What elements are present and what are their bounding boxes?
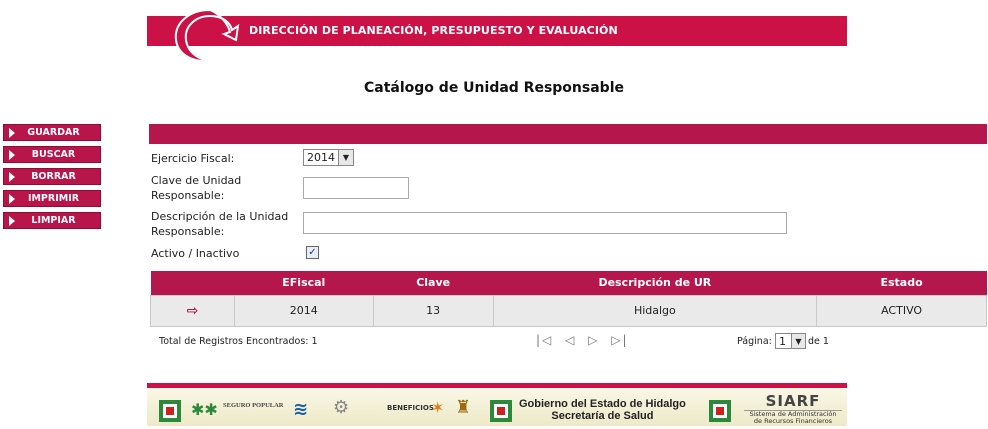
crest-logo-icon: ♜ — [455, 397, 472, 418]
seguro-popular-logo: SEGURO POPULAR — [223, 402, 284, 409]
borrar-button[interactable]: BORRAR — [3, 168, 101, 185]
hidalgo-logo-icon — [490, 400, 512, 422]
chevron-down-icon[interactable]: ▼ — [338, 150, 353, 165]
col-header-descripcion: Descripción de UR — [493, 271, 817, 295]
results-table: EFiscal Clave Descripción de UR Estado ⇨… — [150, 271, 987, 327]
row-select-cell[interactable]: ⇨ — [150, 294, 235, 327]
clave-label: Clave de Unidad Responsable: — [151, 174, 242, 202]
next-page-icon[interactable]: ▷ — [588, 333, 599, 347]
first-page-icon[interactable]: |◁ — [536, 333, 553, 347]
form-section-bar — [149, 124, 987, 144]
prev-page-icon[interactable]: ◁ — [565, 333, 576, 347]
descripcion-input[interactable] — [303, 212, 787, 234]
total-records: Total de Registros Encontrados: 1 — [159, 336, 318, 347]
guardar-button[interactable]: GUARDAR — [3, 124, 101, 141]
table-header-row: EFiscal Clave Descripción de UR Estado — [150, 271, 987, 295]
cell-clave: 13 — [372, 294, 494, 327]
chevron-down-icon[interactable]: ▼ — [791, 334, 805, 348]
page-of: de 1 — [808, 336, 829, 347]
limpiar-button[interactable]: LIMPIAR — [3, 212, 101, 229]
hidalgo-logo-icon — [159, 400, 181, 422]
col-header-estado: Estado — [816, 271, 987, 295]
header-banner: DIRECCIÓN DE PLANEACIÓN, PRESUPUESTO Y E… — [147, 16, 847, 46]
people-logo-icon: ✱✱ — [191, 400, 218, 419]
gear-logo-icon: ⚙ — [333, 397, 350, 418]
cell-descripcion: Hidalgo — [492, 294, 818, 327]
footer-logos: ✱✱ SEGURO POPULAR ≋ ⚙ BENEFICIOS ✶ ♜ Gob… — [147, 383, 847, 426]
imprimir-button[interactable]: IMPRIMIR — [3, 190, 101, 207]
arrow-right-icon[interactable]: ⇨ — [187, 303, 199, 319]
page-label: Página: — [737, 336, 772, 347]
hidalgo-logo-icon — [709, 400, 731, 422]
cell-estado: ACTIVO — [816, 294, 987, 327]
siarf-logo: SIARF Sistema de Administración de Recur… — [744, 392, 842, 425]
cell-efiscal: 2014 — [233, 294, 374, 327]
buscar-button[interactable]: BUSCAR — [3, 146, 101, 163]
col-header-efiscal: EFiscal — [234, 271, 374, 295]
col-header-select — [150, 271, 235, 295]
ejercicio-select[interactable]: 2014 ▼ — [303, 149, 354, 166]
table-row[interactable]: ⇨ 2014 13 Hidalgo ACTIVO — [150, 294, 987, 327]
page-title: Catálogo de Unidad Responsable — [364, 80, 624, 96]
institution-logo-icon — [174, 8, 240, 62]
wave-logo-icon: ≋ — [293, 399, 309, 420]
activo-checkbox[interactable]: ✓ — [306, 246, 319, 259]
last-page-icon[interactable]: ▷| — [611, 333, 628, 347]
activo-label: Activo / Inactivo — [151, 247, 240, 260]
star-logo-icon: ✶ — [431, 398, 445, 417]
col-header-clave: Clave — [373, 271, 494, 295]
descripcion-label: Descripción de la Unidad Responsable: — [151, 210, 289, 238]
gobierno-text: Gobierno del Estado de Hidalgo Secretarí… — [519, 398, 686, 422]
side-menu: GUARDAR BUSCAR BORRAR IMPRIMIR LIMPIAR — [3, 124, 101, 234]
banner-title: DIRECCIÓN DE PLANEACIÓN, PRESUPUESTO Y E… — [249, 24, 618, 37]
pager-controls: |◁ ◁ ▷ ▷| — [536, 333, 635, 347]
ejercicio-label: Ejercicio Fiscal: — [151, 152, 235, 165]
clave-input[interactable] — [303, 177, 409, 199]
beneficios-logo: BENEFICIOS — [387, 404, 434, 412]
page-select[interactable]: 1 ▼ — [775, 333, 806, 349]
